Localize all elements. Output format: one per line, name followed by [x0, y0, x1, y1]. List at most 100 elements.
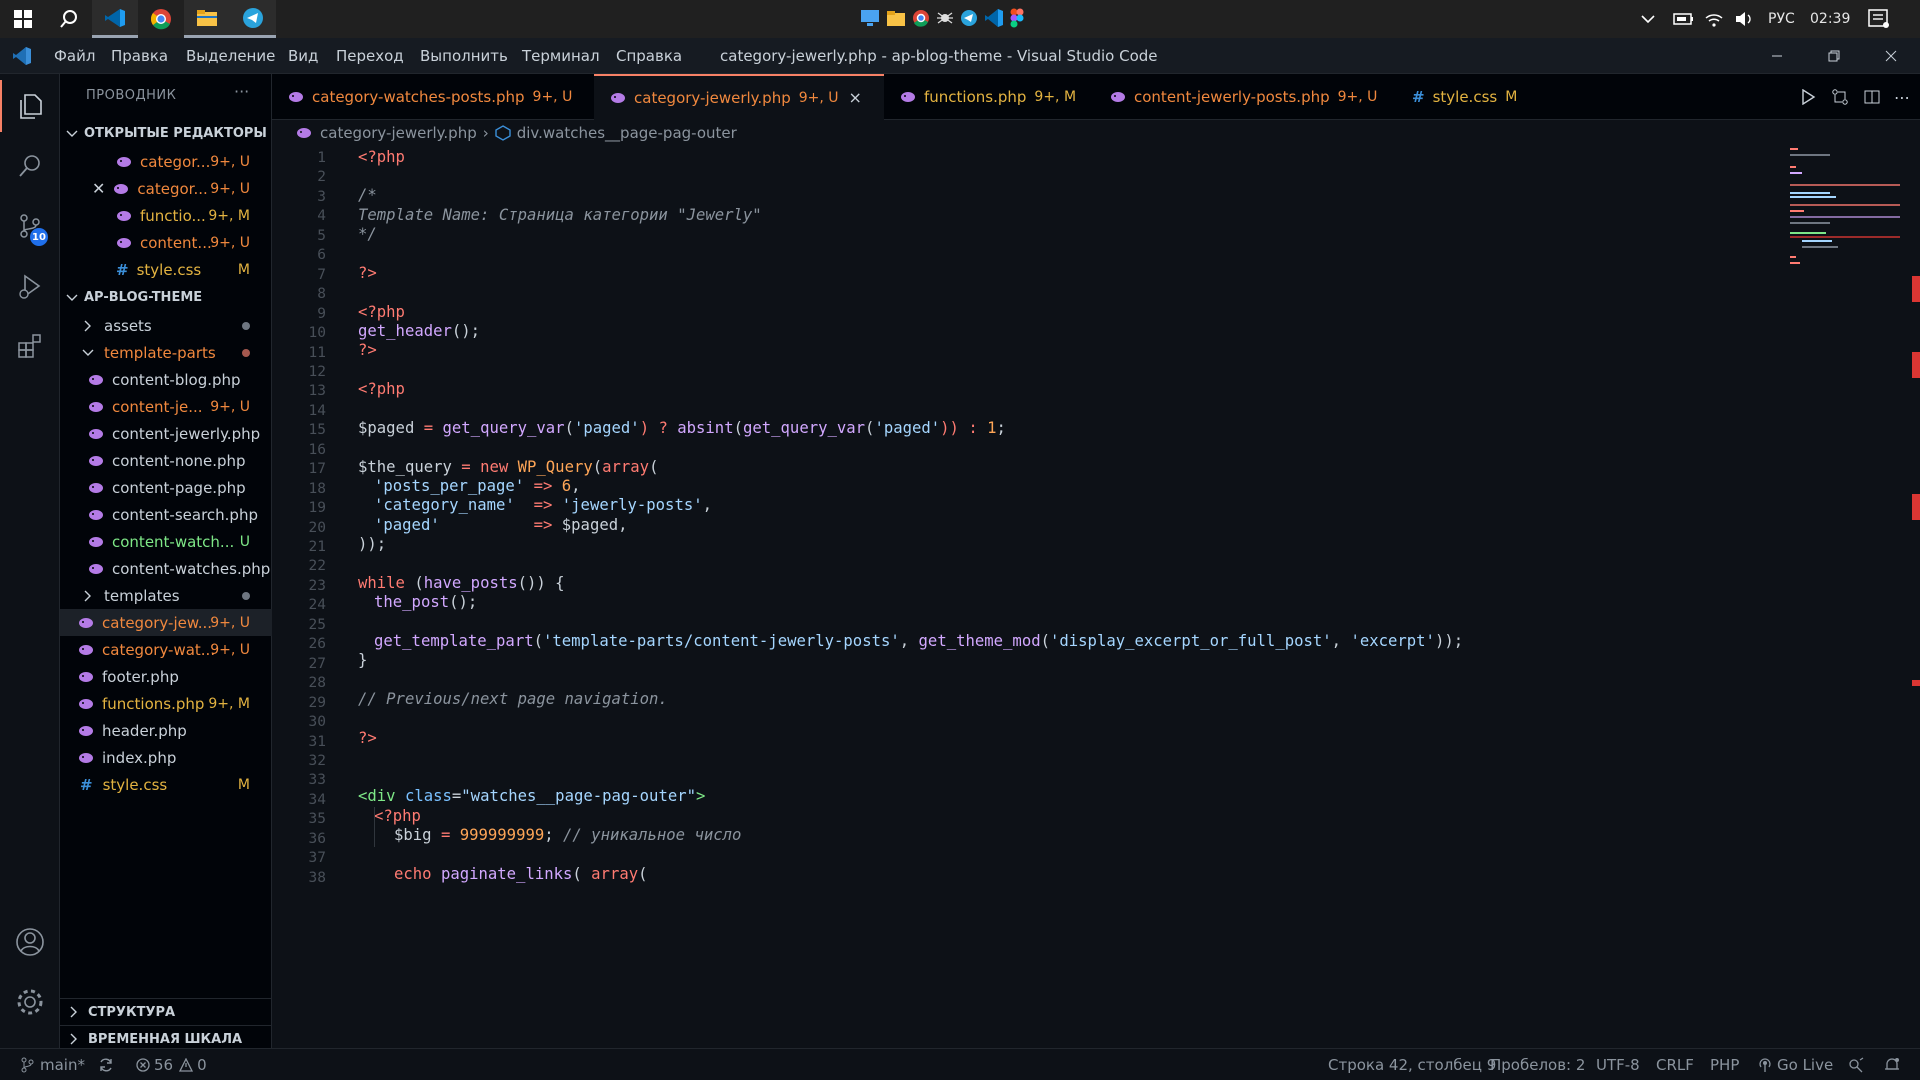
close-icon[interactable]	[1868, 38, 1914, 74]
open-editors-header[interactable]: ОТКРЫТЫЕ РЕДАКТОРЫ	[60, 120, 272, 147]
line-number: 37	[308, 850, 326, 867]
account-icon[interactable]	[0, 916, 60, 968]
open-editor-item[interactable]: content... 9+, U	[60, 229, 272, 256]
menu-terminal[interactable]: Терминал	[522, 38, 600, 74]
tree-file[interactable]: category-wat... 9+, U	[60, 636, 272, 663]
css-hash-icon: #	[1412, 88, 1425, 106]
menu-selection[interactable]: Выделение	[186, 38, 275, 74]
open-editor-item[interactable]: functio... 9+, M	[60, 202, 272, 229]
battery-icon[interactable]	[1672, 0, 1694, 38]
language-mode[interactable]: PHP	[1710, 1049, 1739, 1080]
file-explorer-taskbar-icon[interactable]	[184, 0, 230, 38]
clock[interactable]: 02:39	[1810, 0, 1850, 38]
indentation[interactable]: Пробелов: 2	[1490, 1049, 1585, 1080]
vscode-icon[interactable]	[984, 8, 1004, 28]
run-play-icon[interactable]	[1792, 74, 1824, 120]
extensions-icon[interactable]	[0, 320, 60, 372]
line-ending[interactable]: CRLF	[1656, 1049, 1694, 1080]
outline-header[interactable]: СТРУКТУРА	[60, 998, 272, 1025]
tab-functions[interactable]: functions.php 9+, M	[884, 74, 1094, 120]
tree-file[interactable]: index.php	[60, 744, 272, 771]
tree-file[interactable]: content-je... 9+, U	[60, 393, 272, 420]
tree-item-name: content-watches.php	[112, 559, 271, 578]
line-number: 12	[308, 363, 326, 380]
settings-gear-icon[interactable]	[0, 976, 60, 1028]
breadcrumb-file[interactable]: category-jewerly.php	[320, 124, 477, 142]
spider-icon[interactable]	[936, 9, 954, 27]
compare-changes-icon[interactable]	[1824, 74, 1856, 120]
project-header[interactable]: AP-BLOG-THEME	[60, 284, 272, 311]
tab-category-jewerly[interactable]: category-jewerly.php 9+, U ×	[594, 74, 884, 120]
search-icon[interactable]	[46, 0, 92, 38]
chrome-icon[interactable]	[912, 9, 930, 27]
windows-start-icon[interactable]	[0, 0, 46, 38]
menu-edit[interactable]: Правка	[111, 38, 168, 74]
menu-help[interactable]: Справка	[616, 38, 682, 74]
minimize-icon[interactable]	[1754, 38, 1800, 74]
code-editor[interactable]: 1 2 3 4 5 6 7 8 9 10 11 12 13 14 15 16 17 18 19 20 21 22 23 24 2…	[272, 146, 1920, 1048]
sync-icon[interactable]	[98, 1049, 114, 1080]
input-language[interactable]: РУС	[1768, 0, 1795, 38]
breadcrumb-symbol[interactable]: div.watches__page-pag-outer	[517, 124, 737, 142]
figma-icon[interactable]	[1010, 8, 1024, 28]
tree-file[interactable]: functions.php 9+, M	[60, 690, 272, 717]
tree-file-selected[interactable]: category-jew... 9+, U	[60, 609, 272, 636]
tree-folder-template-parts[interactable]: template-parts	[60, 339, 272, 366]
feedback-icon[interactable]	[1848, 1049, 1864, 1080]
branch-indicator[interactable]: main*	[20, 1049, 85, 1080]
tree-file[interactable]: # style.css M	[60, 771, 272, 798]
restore-icon[interactable]	[1811, 38, 1857, 74]
telegram-taskbar-icon[interactable]	[230, 0, 276, 38]
minimap[interactable]	[1790, 146, 1906, 1048]
tree-file[interactable]: content-jewerly.php	[60, 420, 272, 447]
folder-icon[interactable]	[886, 9, 906, 27]
line-number: 35	[308, 811, 326, 828]
tree-file[interactable]: content-page.php	[60, 474, 272, 501]
menu-file[interactable]: Файл	[54, 38, 95, 74]
volume-icon[interactable]	[1734, 0, 1754, 38]
tree-file[interactable]: content-blog.php	[60, 366, 272, 393]
explorer-icon[interactable]	[0, 80, 60, 132]
tab-style-css[interactable]: # style.css M	[1396, 74, 1546, 120]
tree-file[interactable]: content-watch... U	[60, 528, 272, 555]
run-debug-icon[interactable]	[0, 260, 60, 312]
search-panel-icon[interactable]	[0, 140, 60, 192]
more-editor-actions-icon[interactable]: ⋯	[1886, 74, 1918, 120]
tab-category-watches-posts[interactable]: category-watches-posts.php 9+, U	[272, 74, 594, 120]
menu-view[interactable]: Вид	[288, 38, 318, 74]
line-number: 8	[317, 286, 326, 303]
encoding[interactable]: UTF-8	[1596, 1049, 1640, 1080]
php-elephant-icon	[78, 617, 94, 629]
cursor-position[interactable]: Строка 42, столбец 9	[1328, 1049, 1496, 1080]
tree-file[interactable]: content-none.php	[60, 447, 272, 474]
open-editor-item[interactable]: categor... 9+, U	[60, 148, 272, 175]
tree-folder-templates[interactable]: templates	[60, 582, 272, 609]
tab-close-icon[interactable]: ×	[849, 88, 862, 107]
desktop-icon[interactable]	[860, 9, 880, 27]
tree-file[interactable]: content-watches.php	[60, 555, 272, 582]
wifi-icon[interactable]	[1704, 0, 1724, 38]
chevron-up-icon[interactable]	[1640, 0, 1656, 38]
close-editor-icon[interactable]: ✕	[92, 179, 105, 198]
source-control-icon[interactable]: 10	[0, 200, 60, 252]
notifications-icon[interactable]	[1868, 0, 1890, 38]
telegram-icon[interactable]	[960, 9, 978, 27]
tree-folder-assets[interactable]: assets	[60, 312, 272, 339]
tree-file[interactable]: header.php	[60, 717, 272, 744]
split-editor-icon[interactable]	[1856, 74, 1888, 120]
php-elephant-icon	[900, 91, 916, 103]
tree-file[interactable]: content-search.php	[60, 501, 272, 528]
go-live-button[interactable]: Go Live	[1758, 1049, 1833, 1080]
menu-go[interactable]: Переход	[336, 38, 404, 74]
bell-icon[interactable]	[1884, 1049, 1900, 1080]
open-editor-item[interactable]: ✕ categor... 9+, U	[60, 175, 272, 202]
vscode-taskbar-icon[interactable]	[92, 0, 138, 38]
tab-content-jewerly-posts[interactable]: content-jewerly-posts.php 9+, U	[1094, 74, 1396, 120]
menu-run[interactable]: Выполнить	[420, 38, 508, 74]
open-editor-item[interactable]: # style.css M	[60, 256, 272, 283]
more-actions-icon[interactable]: ···	[234, 82, 249, 101]
chrome-taskbar-icon[interactable]	[138, 0, 184, 38]
tree-file[interactable]: footer.php	[60, 663, 272, 690]
problems-indicator[interactable]: 56 0	[136, 1049, 207, 1080]
tab-status: 9+, U	[532, 89, 573, 105]
